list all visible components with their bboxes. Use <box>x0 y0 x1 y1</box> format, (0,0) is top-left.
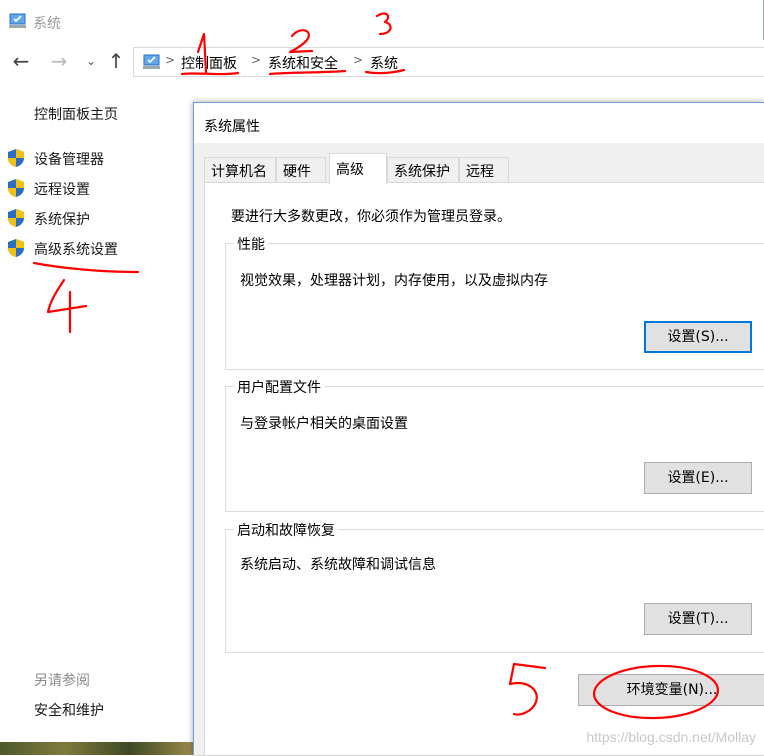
tab-advanced[interactable]: 高级 <box>329 153 387 184</box>
security-maintenance-link[interactable]: 安全和维护 <box>34 700 104 720</box>
breadcrumb-separator: > <box>165 53 176 67</box>
group-title: 用户配置文件 <box>234 377 324 397</box>
see-also-heading: 另请参阅 <box>34 673 90 689</box>
system-properties-dialog: 系统属性 计算机名 硬件 高级 系统保护 远程 要进行大多数更改，你必须作为管理… <box>193 102 764 756</box>
window-title: 系统 <box>33 16 61 32</box>
control-panel-home-link[interactable]: 控制面板主页 <box>34 104 118 124</box>
user-profiles-settings-button[interactable]: 设置(E)... <box>644 462 752 494</box>
group-description: 视觉效果，处理器计划，内存使用，以及虚拟内存 <box>240 273 548 289</box>
tab-remote[interactable]: 远程 <box>459 157 509 182</box>
chevron-down-icon[interactable]: ⌄ <box>80 50 102 72</box>
breadcrumb-control-panel[interactable]: 控制面板 <box>181 53 237 73</box>
group-description: 与登录帐户相关的桌面设置 <box>240 416 408 432</box>
sidebar-item-label: 设备管理器 <box>34 152 104 168</box>
up-arrow-icon[interactable]: ↑ <box>105 50 127 72</box>
system-icon <box>9 13 26 28</box>
advanced-tab-panel: 要进行大多数更改，你必须作为管理员登录。 性能 视觉效果，处理器计划，内存使用，… <box>204 182 764 756</box>
startup-recovery-settings-button[interactable]: 设置(T)... <box>644 603 752 635</box>
uac-shield-icon <box>8 209 24 227</box>
breadcrumb-system-security[interactable]: 系统和安全 <box>268 53 338 73</box>
startup-recovery-group: 启动和故障恢复 系统启动、系统故障和调试信息 设置(T)... <box>225 520 764 653</box>
group-description: 系统启动、系统故障和调试信息 <box>240 557 436 573</box>
breadcrumb-system[interactable]: 系统 <box>370 53 398 73</box>
sidebar-item-label: 远程设置 <box>34 182 90 198</box>
uac-shield-icon <box>8 239 24 257</box>
performance-settings-button[interactable]: 设置(S)... <box>644 321 752 353</box>
admin-note: 要进行大多数更改，你必须作为管理员登录。 <box>231 209 511 225</box>
breadcrumb-separator: > <box>251 53 262 67</box>
dialog-titlebar[interactable]: 系统属性 <box>194 103 764 143</box>
tab-computer-name[interactable]: 计算机名 <box>204 157 276 182</box>
user-profiles-group: 用户配置文件 与登录帐户相关的桌面设置 设置(E)... <box>225 377 764 512</box>
dialog-title: 系统属性 <box>204 119 260 135</box>
environment-variables-button[interactable]: 环境变量(N)... <box>578 674 764 706</box>
performance-group: 性能 视觉效果，处理器计划，内存使用，以及虚拟内存 设置(S)... <box>225 234 764 370</box>
sidebar-item-label: 系统保护 <box>34 212 90 228</box>
address-bar[interactable]: > 控制面板 > 系统和安全 > 系统 <box>133 47 764 77</box>
sidebar-item-label: 高级系统设置 <box>34 242 118 258</box>
control-panel-icon <box>143 54 160 69</box>
tab-system-protection[interactable]: 系统保护 <box>387 157 459 182</box>
watermark: https://blog.csdn.net/Mollay <box>586 729 756 745</box>
group-title: 性能 <box>234 234 268 254</box>
uac-shield-icon <box>8 179 24 197</box>
forward-arrow-icon[interactable]: → <box>48 50 70 72</box>
window-titlebar: 系统 <box>0 0 764 40</box>
breadcrumb-separator: > <box>353 53 364 67</box>
uac-shield-icon <box>8 149 24 167</box>
tab-hardware[interactable]: 硬件 <box>276 157 326 182</box>
desktop-background-strip <box>0 742 194 755</box>
group-title: 启动和故障恢复 <box>234 520 338 540</box>
back-arrow-icon[interactable]: ← <box>10 50 32 72</box>
